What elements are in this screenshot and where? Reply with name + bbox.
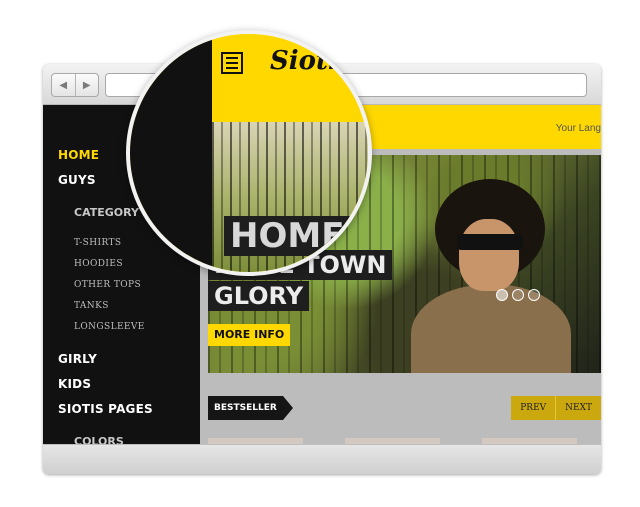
sidebar-item-home[interactable]: HOME xyxy=(58,148,99,162)
slider-dots xyxy=(496,289,540,301)
hamburger-icon[interactable] xyxy=(221,52,243,74)
site-logo[interactable]: Siotis xyxy=(270,46,353,76)
next-button[interactable]: NEXT xyxy=(555,396,601,420)
browser-status-bar xyxy=(43,444,601,474)
slider-dot[interactable] xyxy=(496,289,508,301)
magnified-hero-title: HOME xyxy=(224,216,351,256)
bestseller-label: BESTSELLER xyxy=(208,396,293,420)
slider-dot[interactable] xyxy=(512,289,524,301)
sidebar-item-siotis-pages[interactable]: SIOTIS PAGES xyxy=(58,402,153,416)
category-item-tanks[interactable]: TANKS xyxy=(74,301,109,311)
browser-nav-buttons: ◀ ▶ xyxy=(51,73,99,97)
sidebar-item-kids[interactable]: KIDS xyxy=(58,377,91,391)
category-item-hoodies[interactable]: HOODIES xyxy=(74,259,123,269)
hero-title-line2: GLORY xyxy=(208,281,310,311)
prev-button[interactable]: PREV xyxy=(511,396,556,420)
sidebar-item-girly[interactable]: GIRLY xyxy=(58,352,97,366)
category-item-t-shirts[interactable]: T-SHIRTS xyxy=(74,238,121,248)
forward-button[interactable]: ▶ xyxy=(74,74,99,96)
back-button[interactable]: ◀ xyxy=(52,74,75,96)
sidebar-item-guys[interactable]: GUYS xyxy=(58,173,96,187)
slider-dot[interactable] xyxy=(528,289,540,301)
hero-model-image xyxy=(411,179,571,373)
carousel-pager: PREV NEXT xyxy=(511,396,601,420)
category-item-other-tops[interactable]: OTHER TOPS xyxy=(74,280,141,290)
category-item-longsleeve[interactable]: LONGSLEEVE xyxy=(74,322,145,332)
triangle-right-icon: ▶ xyxy=(82,79,91,91)
more-info-button[interactable]: MORE INFO xyxy=(208,324,291,346)
triangle-left-icon: ◀ xyxy=(59,79,68,91)
magnifier-loupe: Siotis HOME xyxy=(126,30,372,276)
language-selector[interactable]: Your Lang xyxy=(556,123,601,134)
